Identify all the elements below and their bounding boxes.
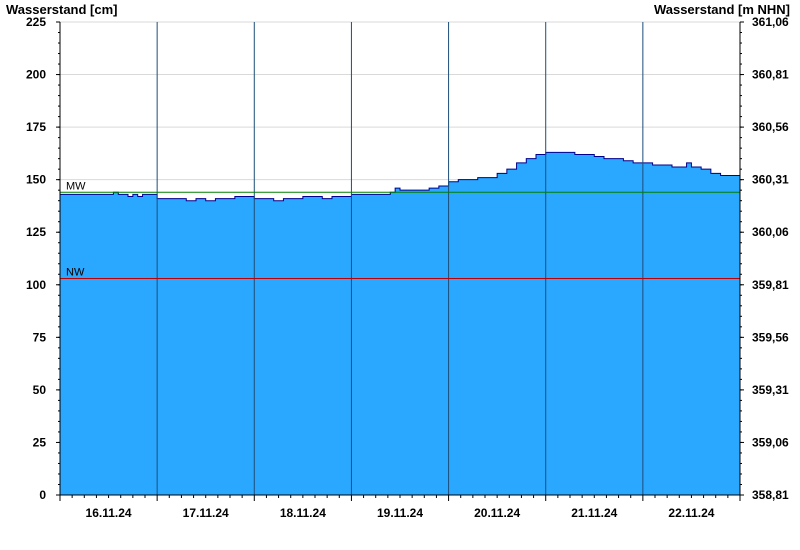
y-tick-label-left: 200: [26, 68, 46, 82]
y-tick-label-right: 359,31: [752, 383, 789, 397]
reference-label-nw: NW: [66, 266, 85, 278]
y-tick-label-left: 100: [26, 278, 46, 292]
y-tick-label-right: 359,06: [752, 435, 789, 449]
x-tick-label: 22.11.24: [668, 506, 714, 520]
y-tick-label-right: 358,81: [752, 488, 789, 502]
y-tick-label-left: 175: [26, 120, 46, 134]
y-tick-label-right: 360,56: [752, 120, 789, 134]
reference-label-mw: MW: [66, 180, 86, 192]
x-tick-label: 20.11.24: [474, 506, 520, 520]
y-tick-label-right: 360,31: [752, 173, 789, 187]
y-tick-label-left: 150: [26, 173, 46, 187]
y-tick-label-right: 360,06: [752, 225, 789, 239]
y-tick-label-left: 125: [26, 225, 46, 239]
y-tick-label-left: 0: [39, 488, 46, 502]
x-tick-label: 18.11.24: [280, 506, 326, 520]
y-tick-label-right: 361,06: [752, 15, 789, 29]
y-tick-label-left: 50: [33, 383, 47, 397]
water-level-chart: MW NW 0 358,81 25 359,06 50 359,31 75 359,56 100 3…: [26, 15, 789, 520]
x-tick-label: 21.11.24: [571, 506, 617, 520]
x-tick-label: 19.11.24: [377, 506, 423, 520]
x-tick-label: 16.11.24: [86, 506, 132, 520]
area-fill: [60, 152, 740, 496]
x-tick-label: 17.11.24: [183, 506, 229, 520]
y-tick-label-left: 25: [33, 435, 47, 449]
y-tick-label-right: 360,81: [752, 68, 789, 82]
y-tick-label-right: 359,56: [752, 330, 789, 344]
y-tick-label-left: 75: [33, 330, 47, 344]
y-tick-label-left: 225: [26, 15, 46, 29]
area-series: [60, 151, 740, 496]
y-tick-label-right: 359,81: [752, 278, 789, 292]
